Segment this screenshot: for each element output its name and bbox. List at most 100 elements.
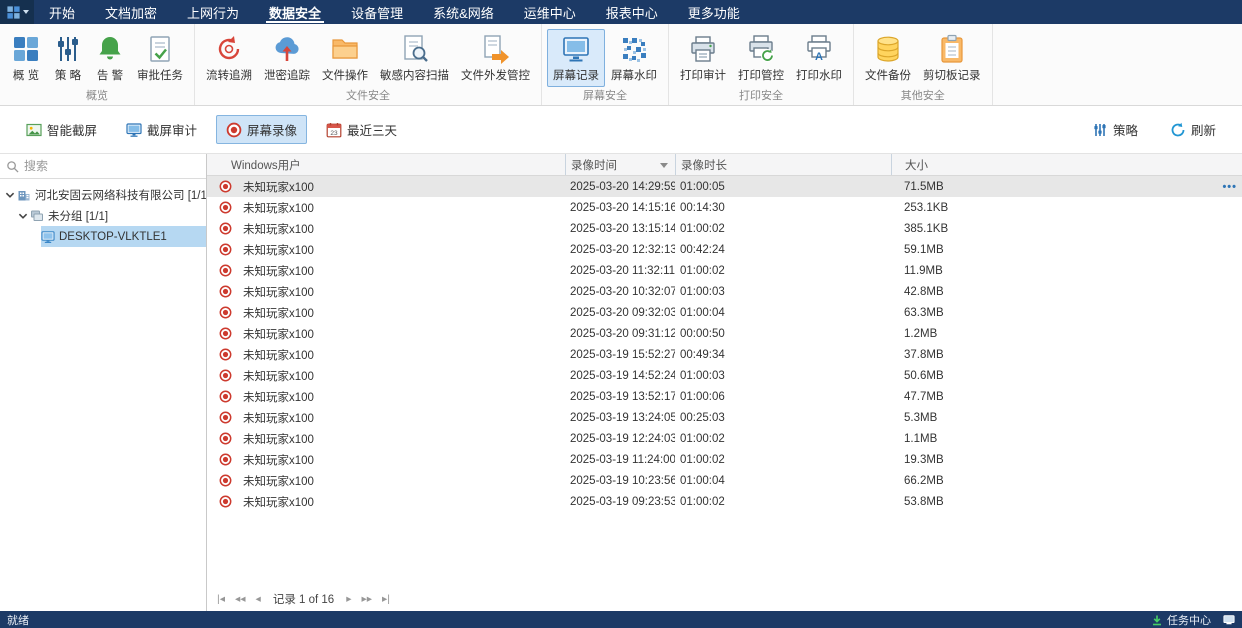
table-row[interactable]: 未知玩家x1002025-03-20 11:32:1101:00:0211.9M… [207,260,1242,281]
tree-node-company[interactable]: 河北安固云网络科技有限公司 [1/1] [0,184,206,205]
table-row[interactable]: 未知玩家x1002025-03-20 14:29:5901:00:0571.5M… [207,176,1242,197]
cell-user: 未知玩家x100 [207,323,565,344]
record-icon [219,222,232,235]
table-row[interactable]: 未知玩家x1002025-03-19 12:24:0301:00:021.1MB [207,428,1242,449]
toolbar-button-capture-audit[interactable]: 截屏审计 [116,115,207,144]
ribbon-button-label: 审批任务 [137,67,183,83]
ribbon-button-print-watermark[interactable]: A打印水印 [790,29,848,87]
cell-user-label: 未知玩家x100 [243,305,314,321]
cell-user: 未知玩家x100 [207,365,565,386]
column-header-1[interactable]: 录像时间 [565,154,675,175]
table-row[interactable]: 未知玩家x1002025-03-19 11:24:0001:00:0219.3M… [207,449,1242,470]
record-icon [219,432,232,445]
ribbon-button-approval[interactable]: 审批任务 [131,29,189,87]
ribbon-button-alert[interactable]: 告 警 [89,29,131,87]
menu-item[interactable]: 上网行为 [172,0,254,24]
cell-time: 2025-03-20 14:15:16 [565,197,675,218]
leak-track-icon [272,34,302,64]
ribbon-button-trace[interactable]: 流转追溯 [200,29,258,87]
ribbon-button-label: 泄密追踪 [264,67,310,83]
company-icon [17,188,31,202]
table-row[interactable]: 未知玩家x1002025-03-20 14:15:1600:14:30253.1… [207,197,1242,218]
menu-item[interactable]: 文档加密 [90,0,172,24]
tree-node-group[interactable]: 未分组 [1/1] [0,205,206,226]
ribbon-group-label: 概览 [0,87,194,103]
first-page-button[interactable]: |◂ [213,593,229,605]
table-row[interactable]: 未知玩家x1002025-03-20 09:32:0301:00:0463.3M… [207,302,1242,323]
cell-size: 66.2MB [891,470,1242,491]
toolbar-button-smart-capture[interactable]: 智能截屏 [16,115,107,144]
record-icon [226,122,242,138]
table-row[interactable]: 未知玩家x1002025-03-19 10:23:5601:00:0466.2M… [207,470,1242,491]
menu-item[interactable]: 运维中心 [509,0,591,24]
table-row[interactable]: 未知玩家x1002025-03-19 14:52:2401:00:0350.6M… [207,365,1242,386]
fast-prev-button[interactable]: ◂◂ [231,593,250,605]
ribbon-button-file-ops[interactable]: 文件操作 [316,29,374,87]
table-row[interactable]: 未知玩家x1002025-03-19 09:23:5301:00:0253.8M… [207,491,1242,512]
smart-capture-icon [26,122,42,138]
app-menu-button[interactable] [0,0,34,24]
cell-time: 2025-03-19 09:23:53 [565,491,675,512]
column-header-3[interactable]: 大小 [891,154,1242,175]
ribbon-button-label: 概 览 [13,67,39,83]
column-header-0[interactable]: Windows用户 [207,154,565,175]
ribbon-button-overview[interactable]: 概 览 [5,29,47,87]
toolbar-button-record[interactable]: 屏幕录像 [216,115,307,144]
ribbon-group: 概 览策 略告 警审批任务概览 [0,24,195,105]
cell-user: 未知玩家x100 [207,344,565,365]
sort-dropdown-icon[interactable] [660,163,668,168]
table-row[interactable]: 未知玩家x1002025-03-19 15:52:2700:49:3437.8M… [207,344,1242,365]
ribbon-button-print-audit[interactable]: 打印审计 [674,29,732,87]
cell-duration: 01:00:03 [675,365,891,386]
table-row[interactable]: 未知玩家x1002025-03-20 12:32:1300:42:2459.1M… [207,239,1242,260]
ribbon-button-label: 打印水印 [796,67,842,83]
status-bar: 就绪 任务中心 [0,611,1242,628]
ribbon-button-leak-track[interactable]: 泄密追踪 [258,29,316,87]
next-page-button[interactable]: ▸ [342,593,355,605]
menu-item[interactable]: 开始 [34,0,90,24]
toolbar-button-calendar[interactable]: 23最近三天 [316,115,407,144]
cell-duration: 01:00:02 [675,449,891,470]
chevron-down-icon[interactable] [17,210,29,222]
top-menu-bar: 开始文档加密上网行为数据安全设备管理系统&网络运维中心报表中心更多功能 [0,0,1242,24]
ribbon-button-screen-watermark[interactable]: 屏幕水印 [605,29,663,87]
last-page-button[interactable]: ▸| [378,593,394,605]
ribbon-button-screen-record[interactable]: 屏幕记录 [547,29,605,87]
fast-next-button[interactable]: ▸▸ [357,593,376,605]
table-row[interactable]: 未知玩家x1002025-03-20 09:31:1200:00:501.2MB [207,323,1242,344]
ribbon-button-label: 剪切板记录 [923,67,981,83]
ribbon-button-print-control[interactable]: 打印管控 [732,29,790,87]
more-actions-button[interactable]: ••• [1222,176,1237,197]
pagination: |◂◂◂◂记录 1 of 16▸▸▸▸| [207,587,1242,611]
prev-page-button[interactable]: ◂ [252,593,265,605]
menu-item[interactable]: 数据安全 [254,0,336,24]
chevron-down-icon[interactable] [4,189,16,201]
tree-node-computer[interactable]: DESKTOP-VLKTLE1 [0,226,206,247]
ribbon-button-file-backup[interactable]: 文件备份 [859,29,917,87]
menu-item[interactable]: 更多功能 [673,0,755,24]
table-row[interactable]: 未知玩家x1002025-03-20 10:32:0701:00:0342.8M… [207,281,1242,302]
menu-item[interactable]: 设备管理 [336,0,418,24]
ribbon-button-policy[interactable]: 策 略 [47,29,89,87]
task-center-button[interactable]: 任务中心 [1151,612,1211,628]
search-input[interactable] [24,159,200,173]
table-row[interactable]: 未知玩家x1002025-03-20 13:15:1401:00:02385.1… [207,218,1242,239]
cell-duration: 01:00:04 [675,302,891,323]
cell-user-label: 未知玩家x100 [243,452,314,468]
tray-monitor-icon[interactable] [1223,614,1235,626]
file-ops-icon [330,34,360,64]
toolbar-right: 策略刷新 [1082,115,1226,144]
toolbar-button-refresh[interactable]: 刷新 [1160,115,1226,144]
ribbon-button-content-scan[interactable]: 敏感内容扫描 [374,29,455,87]
table-row[interactable]: 未知玩家x1002025-03-19 13:24:0500:25:035.3MB [207,407,1242,428]
table-row[interactable]: 未知玩家x1002025-03-19 13:52:1701:00:0647.7M… [207,386,1242,407]
menu-item[interactable]: 系统&网络 [418,0,509,24]
ribbon-button-file-outgoing[interactable]: 文件外发管控 [455,29,536,87]
ribbon-button-clipboard[interactable]: 剪切板记录 [917,29,987,87]
menu-item[interactable]: 报表中心 [591,0,673,24]
cell-time: 2025-03-19 13:52:17 [565,386,675,407]
column-header-2[interactable]: 录像时长 [675,154,891,175]
cell-size: 1.1MB [891,428,1242,449]
toolbar-button-filter[interactable]: 策略 [1082,115,1148,144]
cell-time: 2025-03-20 11:32:11 [565,260,675,281]
